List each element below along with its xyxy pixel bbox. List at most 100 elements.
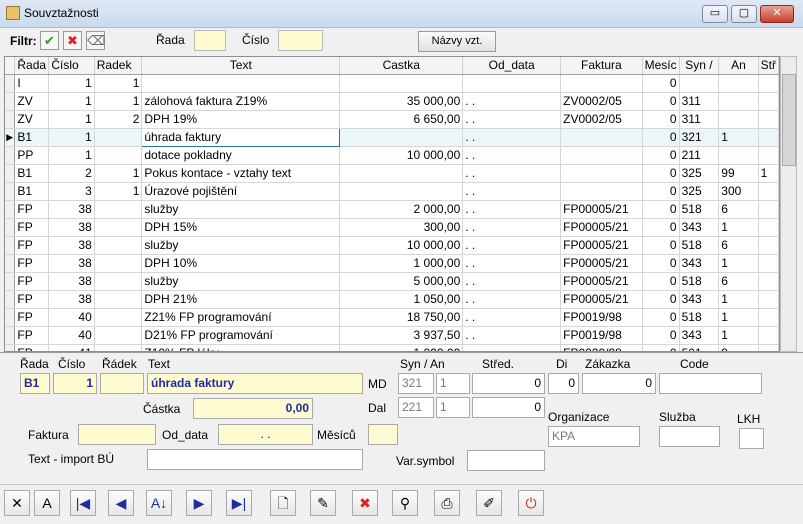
table-cell[interactable]: úhrada faktury — [141, 127, 341, 147]
table-cell[interactable]: FP0019/98 — [560, 308, 643, 327]
table-cell[interactable] — [94, 326, 143, 345]
table-cell[interactable] — [758, 236, 779, 255]
column-header[interactable]: Castka — [339, 57, 464, 75]
table-row[interactable]: PP 1 dotace pokladny 10 000,00. . 0 211 — [5, 146, 779, 165]
table-cell[interactable]: 9 — [718, 344, 759, 351]
table-cell[interactable]: 2 000,00 — [339, 200, 464, 219]
table-row[interactable]: ZV 1 1 zálohová faktura Z19% 35 000,00. . ZV0… — [5, 92, 779, 111]
table-cell[interactable] — [758, 200, 779, 219]
table-cell[interactable]: služby — [141, 200, 341, 219]
md-di-field[interactable]: 0 — [548, 373, 579, 394]
table-cell[interactable]: 35 000,00 — [339, 92, 464, 111]
table-cell[interactable]: 0 — [642, 290, 680, 309]
table-cell[interactable]: služby — [141, 236, 341, 255]
close-button[interactable]: ✕ — [760, 5, 794, 23]
find-button[interactable]: ⚲ — [392, 490, 418, 516]
table-cell[interactable]: 0 — [642, 218, 680, 237]
table-cell[interactable]: 41 — [48, 344, 95, 351]
table-cell[interactable] — [679, 74, 720, 93]
table-cell[interactable]: 1 — [718, 308, 759, 327]
table-cell[interactable]: FP — [14, 236, 50, 255]
table-cell[interactable]: 0 — [642, 128, 680, 147]
table-cell[interactable]: dotace pokladny — [141, 146, 341, 165]
table-cell[interactable]: FP00005/21 — [560, 200, 643, 219]
table-row[interactable]: FP 40 Z21% FP programování 18 750,00. . FP00… — [5, 308, 779, 327]
table-cell[interactable]: 0 — [642, 254, 680, 273]
table-cell[interactable]: 1 — [718, 290, 759, 309]
table-cell[interactable]: DPH 19% — [141, 110, 341, 129]
detail-rada-field[interactable]: B1 — [20, 373, 50, 394]
table-cell[interactable]: 1 — [758, 164, 779, 183]
table-row[interactable]: FP 38 DPH 15% 300,00. . FP00005/21 0 343 1 — [5, 218, 779, 237]
table-cell[interactable] — [560, 128, 643, 147]
table-cell[interactable]: 1 — [48, 110, 95, 129]
detail-radek-field[interactable] — [100, 373, 144, 394]
table-row[interactable]: FP 38 služby 10 000,00. . FP00005/21 0 518 6 — [5, 236, 779, 255]
table-cell[interactable]: 1 — [718, 128, 759, 147]
table-cell[interactable]: . . — [462, 308, 562, 327]
table-cell[interactable]: 5 000,00 — [339, 272, 464, 291]
table-cell[interactable]: . . — [462, 146, 562, 165]
column-header[interactable]: Stř — [758, 57, 779, 75]
table-cell[interactable]: 38 — [48, 236, 95, 255]
table-cell[interactable]: . . — [462, 200, 562, 219]
table-cell[interactable]: 38 — [48, 218, 95, 237]
od-data-field[interactable]: . . — [218, 424, 313, 445]
table-cell[interactable]: 1 — [48, 128, 95, 147]
table-cell[interactable]: 10 000,00 — [339, 146, 464, 165]
table-cell[interactable]: 3 — [48, 182, 95, 201]
column-header[interactable]: Syn / — [679, 57, 720, 75]
column-header[interactable]: Faktura — [560, 57, 643, 75]
table-cell[interactable]: 40 — [48, 326, 95, 345]
table-cell[interactable]: 38 — [48, 200, 95, 219]
table-cell[interactable] — [94, 200, 143, 219]
table-cell[interactable]: 6 — [718, 200, 759, 219]
lkh-field[interactable] — [739, 428, 764, 449]
tools-button[interactable]: ✐ — [476, 490, 502, 516]
table-cell[interactable]: 1 — [718, 218, 759, 237]
dal-syn-field[interactable]: 221 — [398, 397, 434, 418]
table-cell[interactable]: . . — [462, 164, 562, 183]
table-cell[interactable]: Pokus kontace - vztahy text — [141, 164, 341, 183]
table-cell[interactable]: 300,00 — [339, 218, 464, 237]
table-row[interactable]: FP 38 DPH 10% 1 000,00. . FP00005/21 0 343 1 — [5, 254, 779, 273]
table-cell[interactable] — [560, 146, 643, 165]
table-cell[interactable]: 3 937,50 — [339, 326, 464, 345]
table-cell[interactable]: 18 750,00 — [339, 308, 464, 327]
table-cell[interactable]: 325 — [679, 164, 720, 183]
table-cell[interactable]: 518 — [679, 200, 720, 219]
table-cell[interactable]: . . — [462, 218, 562, 237]
table-cell[interactable]: 1 — [48, 92, 95, 111]
table-cell[interactable]: služby — [141, 272, 341, 291]
table-cell[interactable]: 0 — [642, 200, 680, 219]
table-cell[interactable]: Z21% FP programování — [141, 308, 341, 327]
table-cell[interactable]: 0 — [642, 236, 680, 255]
table-cell[interactable]: FP — [14, 326, 50, 345]
table-cell[interactable]: 0 — [642, 272, 680, 291]
table-cell[interactable]: 6 — [718, 272, 759, 291]
filter-apply-icon[interactable]: ✔ — [40, 31, 59, 50]
table-cell[interactable] — [758, 344, 779, 351]
table-cell[interactable] — [718, 146, 759, 165]
table-cell[interactable]: ZV — [14, 110, 50, 129]
table-cell[interactable] — [339, 74, 464, 93]
detail-cislo-field[interactable]: 1 — [53, 373, 97, 394]
table-cell[interactable]: . . — [462, 128, 562, 147]
table-row[interactable]: ZV 1 2 DPH 19% 6 650,00. . ZV0002/05 0 311 — [5, 110, 779, 129]
table-cell[interactable] — [758, 74, 779, 93]
table-cell[interactable]: . . — [462, 92, 562, 111]
table-cell[interactable]: FP — [14, 254, 50, 273]
table-cell[interactable] — [94, 146, 143, 165]
table-cell[interactable] — [339, 182, 464, 201]
prev-record-button[interactable]: ◀ — [108, 490, 134, 516]
delete-record-button[interactable]: ✖ — [352, 490, 378, 516]
table-cell[interactable]: D21% FP programování — [141, 326, 341, 345]
sort-button[interactable]: A↓ — [146, 490, 172, 516]
column-header[interactable]: Text — [141, 57, 341, 75]
table-cell[interactable]: 1 — [718, 326, 759, 345]
table-cell[interactable]: 0 — [642, 110, 680, 129]
table-cell[interactable]: . . — [462, 290, 562, 309]
table-cell[interactable]: FP00005/21 — [560, 236, 643, 255]
table-cell[interactable] — [94, 290, 143, 309]
table-cell[interactable] — [462, 74, 562, 93]
